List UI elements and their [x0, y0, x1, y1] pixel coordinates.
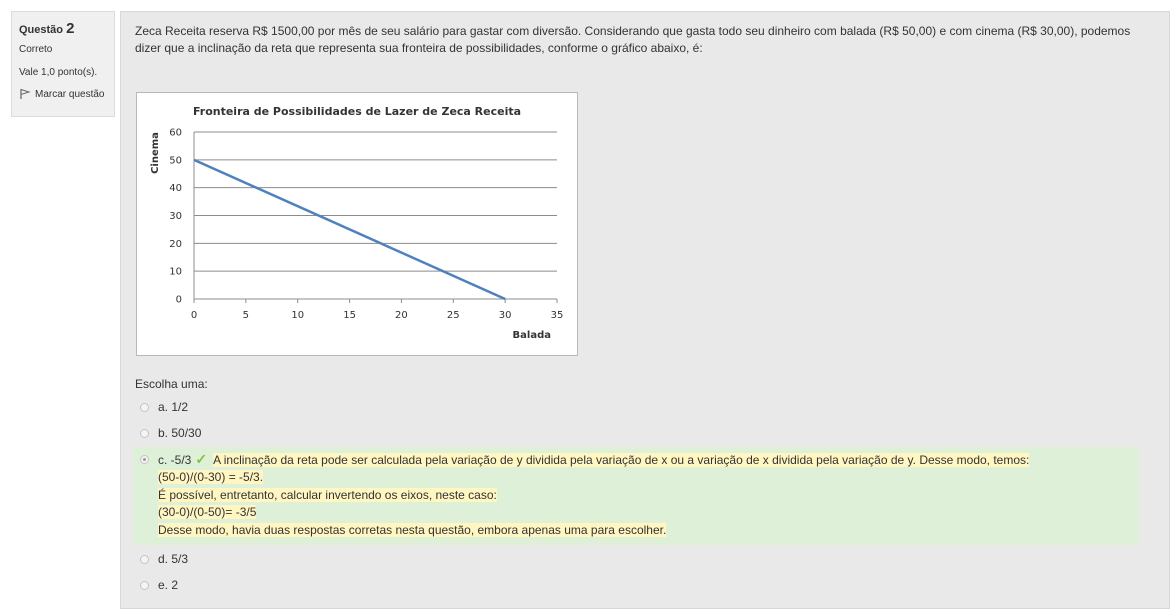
correct-answer-block: c. -5/3 ✓ A inclinação da reta pode ser …	[133, 447, 1139, 545]
option-a[interactable]: a. 1/2	[140, 400, 188, 414]
question-content: Zeca Receita reserva R$ 1500,00 por mês …	[120, 11, 1170, 609]
check-icon: ✓	[195, 451, 208, 467]
option-c-label: c. -5/3	[158, 452, 192, 467]
feedback-line-2: (50-0)/(0-30) = -5/3.	[158, 470, 264, 484]
flag-question-label: Marcar questão	[35, 88, 105, 100]
option-a-radio[interactable]	[140, 402, 149, 412]
x-tick-label: 5	[243, 310, 249, 321]
option-d-label: d. 5/3	[158, 552, 189, 566]
y-tick-label: 40	[169, 183, 182, 194]
question-number-value: 2	[66, 20, 75, 37]
question-number: Questão 2	[19, 20, 107, 37]
option-d[interactable]: d. 5/3	[140, 552, 188, 566]
x-tick-label: 0	[191, 310, 197, 321]
y-tick-label: 0	[176, 295, 182, 306]
flag-question-link[interactable]: Marcar questão	[19, 88, 107, 100]
chart-title: Fronteira de Possibilidades de Lazer de …	[193, 105, 521, 118]
option-e-radio[interactable]	[140, 580, 149, 590]
option-e-label: e. 2	[158, 578, 179, 592]
x-tick-label: 20	[395, 310, 408, 321]
question-label: Questão	[19, 24, 64, 36]
option-b-label: b. 50/30	[158, 426, 202, 440]
question-text: Zeca Receita reserva R$ 1500,00 por mês …	[135, 24, 1131, 55]
y-tick-label: 10	[169, 267, 182, 278]
y-tick-label: 60	[169, 128, 182, 139]
feedback-row-3: É possível, entretanto, calcular inverte…	[158, 488, 497, 502]
option-c[interactable]: c. -5/3 ✓ A inclinação da reta pode ser …	[140, 451, 1030, 468]
x-tick-label: 10	[291, 310, 304, 321]
option-a-label: a. 1/2	[158, 400, 189, 414]
chart-container: Fronteira de Possibilidades de Lazer de …	[136, 92, 578, 356]
option-e[interactable]: e. 2	[140, 578, 178, 592]
feedback-line-5: Desse modo, havia duas respostas correta…	[158, 523, 667, 537]
series-line	[193, 158, 506, 301]
y-axis-label: Cinema	[150, 132, 161, 174]
question-grade: Vale 1,0 ponto(s).	[19, 67, 98, 78]
y-tick-label: 20	[169, 239, 182, 250]
ppf-chart: Fronteira de Possibilidades de Lazer de …	[150, 105, 564, 341]
option-d-radio[interactable]	[140, 554, 149, 564]
choose-one-prompt: Escolha uma:	[135, 377, 208, 391]
question-info-panel: Questão 2 Correto Vale 1,0 ponto(s). Mar…	[11, 11, 115, 117]
option-b-radio[interactable]	[140, 428, 149, 438]
flag-icon	[20, 88, 31, 99]
y-tick-label: 50	[169, 155, 182, 166]
y-tick-label: 30	[169, 211, 182, 222]
x-axis-label: Balada	[513, 330, 551, 341]
x-tick-label: 15	[343, 310, 356, 321]
x-tick-label: 25	[447, 310, 460, 321]
feedback-line-4: (30-0)/(0-50)= -3/5	[158, 505, 257, 519]
option-b[interactable]: b. 50/30	[140, 426, 201, 440]
feedback-row-4: (30-0)/(0-50)= -3/5	[158, 505, 257, 519]
feedback-row-5: Desse modo, havia duas respostas correta…	[158, 523, 667, 537]
question-state: Correto	[19, 44, 53, 55]
feedback-line-1: A inclinação da reta pode ser calculada …	[213, 452, 1030, 467]
x-tick-label: 35	[551, 310, 564, 321]
x-tick-label: 30	[499, 310, 512, 321]
feedback-row-2: (50-0)/(0-30) = -5/3.	[158, 470, 264, 484]
option-c-radio[interactable]	[140, 455, 149, 464]
feedback-line-3: É possível, entretanto, calcular inverte…	[158, 488, 497, 502]
